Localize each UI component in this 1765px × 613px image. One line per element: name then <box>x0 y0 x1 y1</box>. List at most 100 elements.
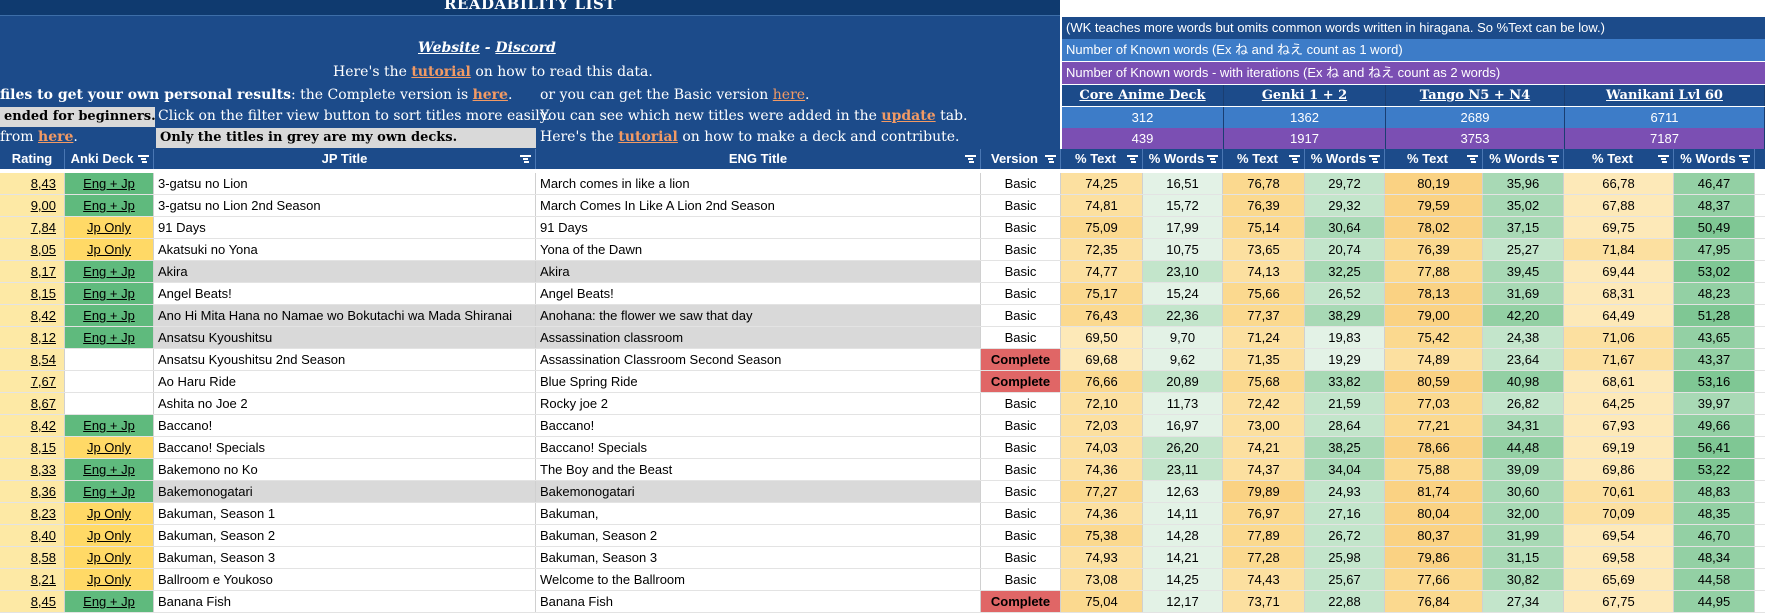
col-anki[interactable]: Anki Deck <box>65 149 154 169</box>
anki-deck-cell[interactable]: Eng + Jp <box>65 591 154 612</box>
percent-words-cell: 27,16 <box>1305 503 1385 524</box>
rating-cell[interactable]: 7,84 <box>0 217 65 238</box>
anki-deck-cell[interactable]: Eng + Jp <box>65 327 154 348</box>
col-text-wanikani[interactable]: % Text <box>1564 149 1674 169</box>
col-text-genki[interactable]: % Text <box>1223 149 1305 169</box>
anki-deck-cell[interactable] <box>65 349 154 370</box>
table-row[interactable]: 8,54 Ansatsu Kyoushitsu 2nd Season Assassi… <box>0 349 1765 371</box>
table-row[interactable]: 8,42 Eng + Jp Ano Hi Mita Hana no Namae wo… <box>0 305 1765 327</box>
tutorial-link[interactable]: tutorial <box>411 64 471 80</box>
table-row[interactable]: 8,17 Eng + Jp Akira Akira Basic 74,77 23,10 74,… <box>0 261 1765 283</box>
filter-icon[interactable] <box>1467 155 1478 163</box>
table-row[interactable]: 8,15 Jp Only Baccano! Specials Baccano! Spe… <box>0 437 1765 459</box>
anki-deck-cell[interactable]: Jp Only <box>65 217 154 238</box>
rating-cell[interactable]: 9,00 <box>0 195 65 216</box>
anki-deck-cell[interactable]: Eng + Jp <box>65 481 154 502</box>
rating-cell[interactable]: 8,23 <box>0 503 65 524</box>
filter-icon[interactable] <box>1207 155 1218 163</box>
filter-icon[interactable] <box>1658 155 1669 163</box>
col-words-tango-label: % Words <box>1489 151 1545 166</box>
rating-cell[interactable]: 8,15 <box>0 437 65 458</box>
table-row[interactable]: 7,67 Ao Haru Ride Blue Spring Ride Complete… <box>0 371 1765 393</box>
filter-icon[interactable] <box>138 155 149 163</box>
rating-cell[interactable]: 8,45 <box>0 591 65 612</box>
anki-deck-cell[interactable]: Eng + Jp <box>65 173 154 194</box>
anki-deck-cell[interactable]: Eng + Jp <box>65 195 154 216</box>
table-row[interactable]: 8,58 Jp Only Bakuman, Season 3 Bakuman, Sea… <box>0 547 1765 569</box>
rating-cell[interactable]: 8,33 <box>0 459 65 480</box>
anki-deck-cell[interactable]: Eng + Jp <box>65 261 154 282</box>
table-row[interactable]: 8,33 Eng + Jp Bakemono no Ko The Boy and th… <box>0 459 1765 481</box>
rating-cell[interactable]: 8,36 <box>0 481 65 502</box>
rating-cell[interactable]: 8,21 <box>0 569 65 590</box>
table-row[interactable]: 8,45 Eng + Jp Banana Fish Banana Fish Comple… <box>0 591 1765 613</box>
make-deck-tutorial-link[interactable]: tutorial <box>618 129 678 145</box>
table-row[interactable]: 7,84 Jp Only 91 Days 91 Days Basic 75,09 17,99… <box>0 217 1765 239</box>
rating-cell[interactable]: 8,58 <box>0 547 65 568</box>
col-text-core[interactable]: % Text <box>1061 149 1143 169</box>
col-version[interactable]: Version <box>981 149 1061 169</box>
table-row[interactable]: 8,05 Jp Only Akatsuki no Yona Yona of the D… <box>0 239 1765 261</box>
table-row[interactable]: 8,36 Eng + Jp Bakemonogatari Bakemonogatari… <box>0 481 1765 503</box>
complete-version-link[interactable]: here <box>473 87 508 103</box>
update-tab-link[interactable]: update <box>881 108 935 124</box>
anki-deck-cell[interactable]: Jp Only <box>65 437 154 458</box>
basic-version-link[interactable]: here <box>773 87 805 103</box>
filter-icon[interactable] <box>1369 155 1380 163</box>
anki-deck-cell[interactable]: Eng + Jp <box>65 415 154 436</box>
filter-icon[interactable] <box>1127 155 1138 163</box>
col-words-tango[interactable]: % Words <box>1483 149 1564 169</box>
from-here-link[interactable]: here <box>38 129 73 145</box>
rating-cell[interactable]: 8,54 <box>0 349 65 370</box>
rating-cell[interactable]: 8,42 <box>0 415 65 436</box>
table-row[interactable]: 8,15 Eng + Jp Angel Beats! Angel Beats! Basi… <box>0 283 1765 305</box>
rating-cell[interactable]: 8,42 <box>0 305 65 326</box>
anki-deck-cell[interactable]: Eng + Jp <box>65 459 154 480</box>
rating-cell[interactable]: 8,40 <box>0 525 65 546</box>
discord-link[interactable]: Discord <box>495 40 555 56</box>
col-en[interactable]: ENG Title <box>536 149 981 169</box>
col-jp[interactable]: JP Title <box>154 149 536 169</box>
col-words-core[interactable]: % Words <box>1143 149 1223 169</box>
filter-icon[interactable] <box>965 155 976 163</box>
filter-icon[interactable] <box>1739 155 1750 163</box>
rating-cell[interactable]: 8,67 <box>0 393 65 414</box>
col-rating[interactable]: Rating <box>0 149 65 169</box>
table-row[interactable]: 8,12 Eng + Jp Ansatsu Kyoushitsu Assassinat… <box>0 327 1765 349</box>
table-row[interactable]: 8,43 Eng + Jp 3-gatsu no Lion March comes i… <box>0 173 1765 195</box>
deck-tango[interactable]: Tango N5 + N4 <box>1386 85 1565 106</box>
website-link[interactable]: Website <box>418 40 480 56</box>
table-row[interactable]: 8,23 Jp Only Bakuman, Season 1 Bakuman, Basi… <box>0 503 1765 525</box>
anki-deck-cell[interactable]: Eng + Jp <box>65 283 154 304</box>
col-words-genki[interactable]: % Words <box>1305 149 1385 169</box>
rating-cell[interactable]: 7,67 <box>0 371 65 392</box>
anki-deck-cell[interactable]: Jp Only <box>65 547 154 568</box>
anki-deck-cell[interactable]: Jp Only <box>65 569 154 590</box>
anki-deck-cell[interactable] <box>65 371 154 392</box>
deck-wanikani[interactable]: Wanikani Lvl 60 <box>1565 85 1765 106</box>
percent-words-cell: 20,89 <box>1143 371 1223 392</box>
rating-cell[interactable]: 8,17 <box>0 261 65 282</box>
rating-cell[interactable]: 8,12 <box>0 327 65 348</box>
filter-icon[interactable] <box>1548 155 1559 163</box>
anki-deck-cell[interactable]: Jp Only <box>65 525 154 546</box>
rating-cell[interactable]: 8,05 <box>0 239 65 260</box>
filter-icon[interactable] <box>1289 155 1300 163</box>
table-row[interactable]: 8,21 Jp Only Ballroom e Youkoso Welcome to … <box>0 569 1765 591</box>
table-row[interactable]: 8,67 Ashita no Joe 2 Rocky joe 2 Basic 72,10… <box>0 393 1765 415</box>
table-row[interactable]: 8,40 Jp Only Bakuman, Season 2 Bakuman, Sea… <box>0 525 1765 547</box>
table-row[interactable]: 8,42 Eng + Jp Baccano! Baccano! Basic 72,03 16… <box>0 415 1765 437</box>
anki-deck-cell[interactable]: Jp Only <box>65 503 154 524</box>
anki-deck-cell[interactable]: Jp Only <box>65 239 154 260</box>
anki-deck-cell[interactable]: Eng + Jp <box>65 305 154 326</box>
table-row[interactable]: 9,00 Eng + Jp 3-gatsu no Lion 2nd Season Ma… <box>0 195 1765 217</box>
col-words-wanikani[interactable]: % Words <box>1674 149 1755 169</box>
deck-core-anime[interactable]: Core Anime Deck <box>1062 85 1224 106</box>
col-text-tango[interactable]: % Text <box>1385 149 1483 169</box>
rating-cell[interactable]: 8,43 <box>0 173 65 194</box>
deck-genki[interactable]: Genki 1 + 2 <box>1224 85 1386 106</box>
filter-icon[interactable] <box>1045 155 1056 163</box>
rating-cell[interactable]: 8,15 <box>0 283 65 304</box>
anki-deck-cell[interactable] <box>65 393 154 414</box>
filter-icon[interactable] <box>520 155 531 163</box>
